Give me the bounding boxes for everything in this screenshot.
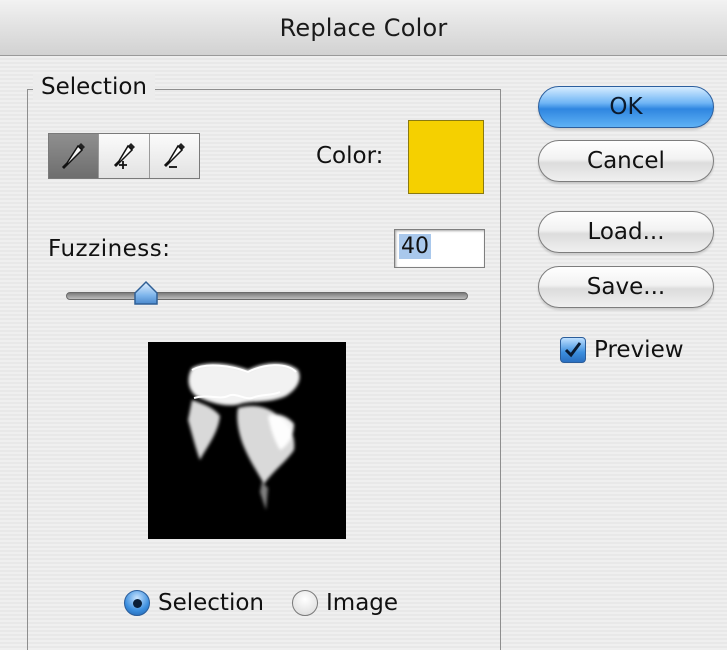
- color-swatch[interactable]: [408, 120, 484, 194]
- eyedropper-tool-button[interactable]: [49, 134, 100, 178]
- eyedropper-icon: [61, 143, 85, 170]
- selection-mask: [188, 363, 300, 510]
- fuzziness-slider-track[interactable]: [66, 292, 468, 300]
- preview-checkbox-label: Preview: [594, 337, 684, 363]
- load-button[interactable]: Load...: [538, 211, 714, 253]
- eyedropper-subtract-tool-button[interactable]: [149, 134, 199, 178]
- selection-radio[interactable]: [124, 590, 150, 616]
- image-radio[interactable]: [292, 590, 318, 616]
- selection-radio-label: Selection: [158, 590, 264, 616]
- view-option-selection[interactable]: Selection: [124, 590, 264, 616]
- fuzziness-input[interactable]: 40: [394, 229, 485, 268]
- cancel-button[interactable]: Cancel: [538, 140, 714, 182]
- checkmark-icon: [564, 342, 582, 358]
- fuzziness-label: Fuzziness:: [48, 236, 171, 262]
- selection-preview-image: [148, 342, 346, 539]
- preview-checkbox[interactable]: [560, 337, 586, 363]
- eyedropper-add-icon: [113, 143, 135, 169]
- view-option-image[interactable]: Image: [292, 590, 398, 616]
- image-radio-label: Image: [326, 590, 399, 616]
- fuzziness-slider-thumb[interactable]: [132, 280, 160, 306]
- eyedropper-subtract-icon: [164, 143, 186, 168]
- ok-button[interactable]: OK: [538, 86, 714, 128]
- window-title: Replace Color: [279, 13, 448, 42]
- fuzziness-value: 40: [399, 234, 431, 259]
- eyedropper-add-tool-button[interactable]: [99, 134, 150, 178]
- save-button[interactable]: Save...: [538, 266, 714, 308]
- selection-group-legend: Selection: [33, 74, 155, 100]
- color-label: Color:: [316, 143, 384, 169]
- preview-checkbox-row[interactable]: Preview: [560, 337, 684, 363]
- title-bar: Replace Color: [0, 0, 727, 56]
- eyedropper-tool-group: [48, 133, 200, 179]
